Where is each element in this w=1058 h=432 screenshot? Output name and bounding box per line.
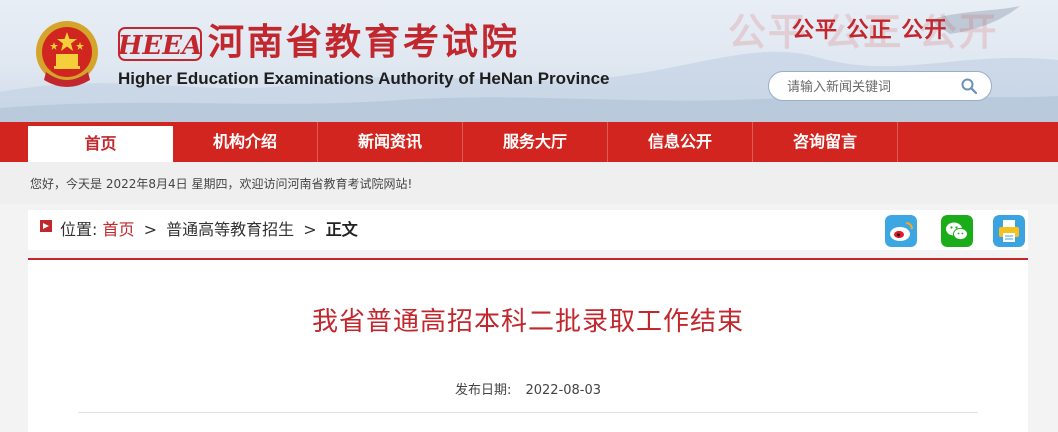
search-icon[interactable] xyxy=(961,78,977,94)
divider xyxy=(78,412,978,413)
breadcrumb-separator: > xyxy=(143,220,158,239)
breadcrumb-label: 位置: xyxy=(60,220,98,239)
article-title: 我省普通高招本科二批录取工作结束 xyxy=(311,307,744,337)
nav-item-consult[interactable]: 咨询留言 xyxy=(753,122,898,162)
svg-text:HEEA: HEEA xyxy=(118,31,202,61)
welcome-text: 您好，今天是 2022年8月4日 星期四，欢迎访问河南省教育考试院网站! xyxy=(30,177,413,191)
wechat-icon[interactable] xyxy=(941,215,973,247)
breadcrumb-trail: 位置: 首页 > 普通高等教育招生 > 正文 xyxy=(60,219,358,241)
welcome-bar: 您好，今天是 2022年8月4日 星期四，欢迎访问河南省教育考试院网站! xyxy=(0,162,1058,204)
main-nav: 首页 机构介绍 新闻资讯 服务大厅 信息公开 咨询留言 xyxy=(0,122,1058,162)
national-emblem-icon xyxy=(36,21,98,87)
nav-item-services[interactable]: 服务大厅 xyxy=(463,122,608,162)
publish-date-label: 发布日期: xyxy=(454,383,512,398)
search-input[interactable] xyxy=(787,78,957,96)
nav-item-news[interactable]: 新闻资讯 xyxy=(318,122,463,162)
weibo-icon[interactable] xyxy=(885,215,917,247)
breadcrumb-home-link[interactable]: 首页 xyxy=(103,220,135,239)
site-title-en: Higher Education Examinations Authority … xyxy=(118,69,610,88)
heea-logo: HEEA xyxy=(118,27,202,61)
breadcrumb-separator: > xyxy=(303,220,317,239)
search-box[interactable] xyxy=(768,71,992,101)
nav-item-about[interactable]: 机构介绍 xyxy=(173,122,318,162)
breadcrumb: 位置: 首页 > 普通高等教育招生 > 正文 xyxy=(28,210,1028,250)
site-title-cn: 河南省教育考试院 xyxy=(208,21,521,63)
slogan: 公平 公正 公开 xyxy=(792,18,948,43)
nav-item-disclosure[interactable]: 信息公开 xyxy=(608,122,753,162)
nav-item-home[interactable]: 首页 xyxy=(28,126,173,162)
article-meta: 发布日期: 2022-08-03 xyxy=(28,382,1028,400)
print-icon[interactable] xyxy=(993,215,1025,247)
header-banner: HEEA 河南省教育考试院 Higher Education Examinati… xyxy=(0,0,1058,122)
breadcrumb-current: 正文 xyxy=(325,220,358,239)
article-panel: 我省普通高招本科二批录取工作结束 发布日期: 2022-08-03 xyxy=(28,258,1028,432)
location-icon xyxy=(40,220,52,232)
publish-date: 2022-08-03 xyxy=(525,383,602,398)
breadcrumb-section-link[interactable]: 普通高等教育招生 xyxy=(166,220,294,239)
